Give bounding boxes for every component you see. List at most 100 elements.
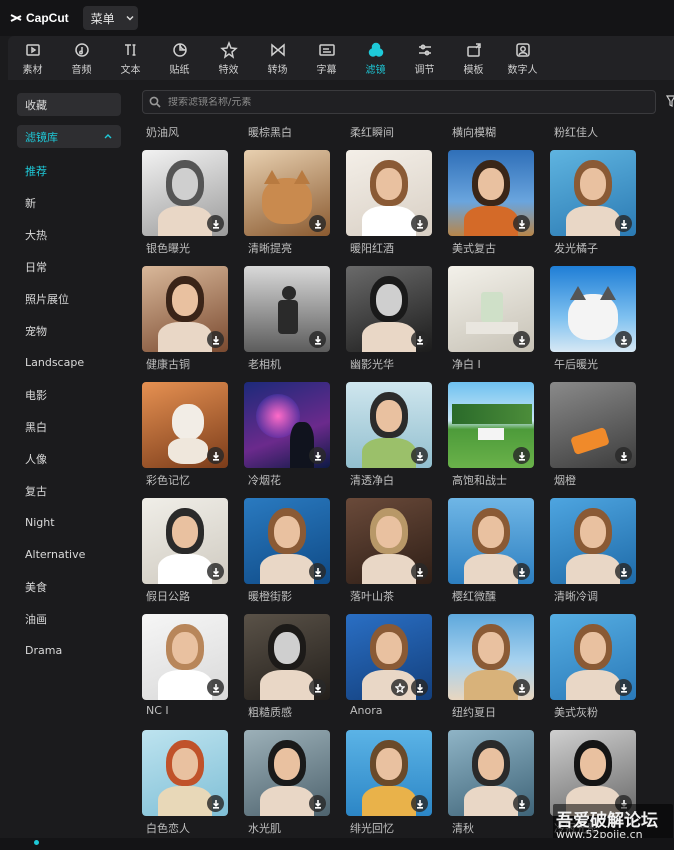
- download-button[interactable]: [309, 563, 326, 580]
- filter-thumbnail[interactable]: [550, 382, 636, 468]
- sidebar-item-6[interactable]: Landscape: [17, 351, 121, 374]
- filter-thumbnail[interactable]: [142, 266, 228, 352]
- filter-card[interactable]: 绯光回忆: [346, 730, 434, 835]
- sidebar-item-11[interactable]: Night: [17, 511, 121, 534]
- filter-thumbnail[interactable]: [448, 266, 534, 352]
- filter-thumbnail[interactable]: [346, 730, 432, 816]
- download-button[interactable]: [309, 215, 326, 232]
- sidebar-item-7[interactable]: 电影: [17, 383, 121, 406]
- filter-card[interactable]: 高饱和战士: [448, 382, 536, 487]
- partial-filter-label[interactable]: 横向模糊: [452, 124, 540, 138]
- filter-thumbnail[interactable]: [244, 382, 330, 468]
- sidebar-filter-library[interactable]: 滤镜库: [17, 125, 121, 148]
- filter-card[interactable]: 健康古铜: [142, 266, 230, 371]
- filter-thumbnail[interactable]: [550, 498, 636, 584]
- filter-thumbnail[interactable]: [550, 266, 636, 352]
- download-button[interactable]: [207, 795, 224, 812]
- filter-thumbnail[interactable]: [142, 150, 228, 236]
- filter-thumbnail[interactable]: [142, 730, 228, 816]
- tab-audio[interactable]: 音频: [57, 36, 106, 80]
- filter-thumbnail[interactable]: [244, 498, 330, 584]
- tab-avatar[interactable]: 数字人: [498, 36, 547, 80]
- filter-card[interactable]: 粗糙质感: [244, 614, 332, 719]
- filter-card[interactable]: 老相机: [244, 266, 332, 371]
- download-button[interactable]: [207, 331, 224, 348]
- download-button[interactable]: [615, 331, 632, 348]
- tab-filters[interactable]: 滤镜: [351, 36, 400, 80]
- filter-card[interactable]: 白色恋人: [142, 730, 230, 835]
- download-button[interactable]: [411, 563, 428, 580]
- tab-templates[interactable]: 模板: [449, 36, 498, 80]
- partial-filter-label[interactable]: 暖棕黑白: [248, 124, 336, 138]
- filter-card[interactable]: 午后暖光: [550, 266, 638, 371]
- partial-filter-label[interactable]: 柔红瞬间: [350, 124, 438, 138]
- sidebar-favorites[interactable]: 收藏: [17, 93, 121, 116]
- partial-filter-label[interactable]: 奶油风: [146, 124, 234, 138]
- sidebar-item-9[interactable]: 人像: [17, 447, 121, 470]
- download-button[interactable]: [411, 215, 428, 232]
- sidebar-item-3[interactable]: 日常: [17, 255, 121, 278]
- filter-card[interactable]: 发光橘子: [550, 150, 638, 255]
- filter-card[interactable]: 幽影光华: [346, 266, 434, 371]
- filter-card[interactable]: 清透净白: [346, 382, 434, 487]
- filter-thumbnail[interactable]: [142, 614, 228, 700]
- filter-thumbnail[interactable]: [142, 382, 228, 468]
- filter-thumbnail[interactable]: [550, 150, 636, 236]
- tab-media[interactable]: 素材: [8, 36, 57, 80]
- sidebar-item-0[interactable]: 推荐: [17, 159, 121, 182]
- download-button[interactable]: [615, 563, 632, 580]
- tab-sticker[interactable]: 贴纸: [155, 36, 204, 80]
- filter-thumbnail[interactable]: [346, 150, 432, 236]
- download-button[interactable]: [615, 447, 632, 464]
- filter-card[interactable]: 暖橙街影: [244, 498, 332, 603]
- filter-card[interactable]: 清晰冷调: [550, 498, 638, 603]
- filter-card[interactable]: 冷烟花: [244, 382, 332, 487]
- search-input[interactable]: [168, 96, 608, 108]
- download-button[interactable]: [615, 215, 632, 232]
- filter-thumbnail[interactable]: [244, 730, 330, 816]
- sidebar-item-1[interactable]: 新: [17, 191, 121, 214]
- filter-thumbnail[interactable]: [346, 614, 432, 700]
- filter-card[interactable]: 暖阳红酒: [346, 150, 434, 255]
- download-button[interactable]: [513, 795, 530, 812]
- download-button[interactable]: [207, 447, 224, 464]
- download-button[interactable]: [207, 215, 224, 232]
- sidebar-item-13[interactable]: 美食: [17, 575, 121, 598]
- download-button[interactable]: [513, 331, 530, 348]
- download-button[interactable]: [615, 679, 632, 696]
- partial-filter-label[interactable]: 粉红佳人: [554, 124, 642, 138]
- filter-card[interactable]: 清晰提亮: [244, 150, 332, 255]
- filter-card[interactable]: 美式灰粉: [550, 614, 638, 719]
- filter-card[interactable]: 净白 I: [448, 266, 536, 371]
- download-button[interactable]: [207, 679, 224, 696]
- filter-card[interactable]: 水光肌: [244, 730, 332, 835]
- filter-funnel-icon[interactable]: [666, 94, 674, 108]
- filter-card[interactable]: 美式复古: [448, 150, 536, 255]
- sidebar-item-15[interactable]: Drama: [17, 639, 121, 662]
- filter-card[interactable]: 烟橙: [550, 382, 638, 487]
- filter-thumbnail[interactable]: [448, 150, 534, 236]
- filter-thumbnail[interactable]: [244, 614, 330, 700]
- filter-thumbnail[interactable]: [244, 150, 330, 236]
- filter-card[interactable]: 纽约夏日: [448, 614, 536, 719]
- download-button[interactable]: [309, 795, 326, 812]
- filter-thumbnail[interactable]: [550, 614, 636, 700]
- download-button[interactable]: [309, 679, 326, 696]
- filter-card[interactable]: 银色曝光: [142, 150, 230, 255]
- sidebar-item-8[interactable]: 黑白: [17, 415, 121, 438]
- sidebar-item-4[interactable]: 照片展位: [17, 287, 121, 310]
- filter-thumbnail[interactable]: [448, 614, 534, 700]
- filter-card[interactable]: 彩色记忆: [142, 382, 230, 487]
- sidebar-item-2[interactable]: 大热: [17, 223, 121, 246]
- download-button[interactable]: [309, 447, 326, 464]
- download-button[interactable]: [411, 679, 428, 696]
- download-button[interactable]: [513, 215, 530, 232]
- filter-thumbnail[interactable]: [448, 498, 534, 584]
- filter-thumbnail[interactable]: [346, 266, 432, 352]
- tab-text[interactable]: 文本: [106, 36, 155, 80]
- filter-thumbnail[interactable]: [346, 382, 432, 468]
- sidebar-item-12[interactable]: Alternative: [17, 543, 121, 566]
- sidebar-item-10[interactable]: 复古: [17, 479, 121, 502]
- filter-thumbnail[interactable]: [448, 730, 534, 816]
- filter-thumbnail[interactable]: [448, 382, 534, 468]
